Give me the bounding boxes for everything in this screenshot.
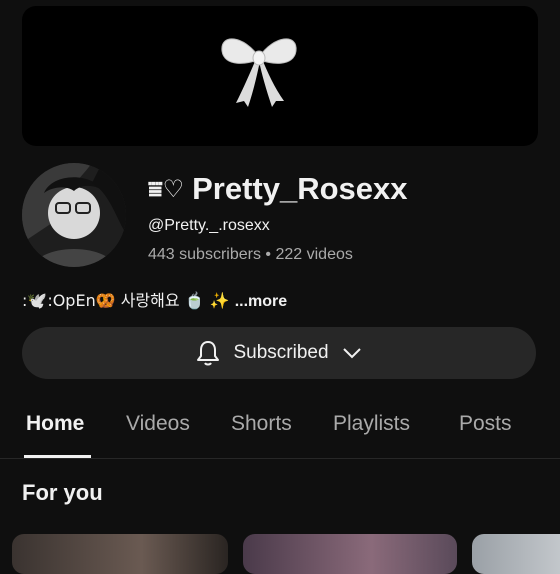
tab-videos[interactable]: Videos (126, 412, 190, 436)
title-decoration: ⩸♡ (148, 175, 185, 203)
channel-avatar[interactable] (22, 163, 126, 267)
tab-home[interactable]: Home (26, 412, 84, 436)
bell-icon (197, 341, 220, 366)
subscriber-count: 443 subscribers (148, 246, 261, 263)
chevron-down-icon (342, 348, 361, 359)
stats-separator: • (265, 246, 272, 263)
tab-playlists[interactable]: Playlists (333, 412, 410, 436)
video-count: 222 videos (275, 246, 353, 263)
avatar-image (22, 163, 126, 267)
video-thumbnail[interactable] (12, 534, 228, 574)
tab-posts[interactable]: Posts (459, 412, 512, 436)
bow-icon (221, 38, 297, 107)
channel-stats: 443 subscribers • 222 videos (148, 246, 353, 264)
channel-description[interactable]: :🕊️:OpEn🥨 사랑해요 🍵 ✨ ...more (22, 287, 287, 311)
subscribed-label: Subscribed (233, 342, 329, 363)
section-title: For you (22, 480, 103, 505)
channel-tabs: Home Videos Shorts Playlists Posts (0, 404, 560, 459)
active-tab-indicator (24, 455, 91, 458)
more-link[interactable]: ...more (235, 293, 287, 310)
subscribed-button[interactable]: Subscribed (22, 327, 536, 379)
channel-title: ⩸♡ Pretty_Rosexx (148, 168, 408, 210)
channel-banner (22, 6, 538, 146)
channel-handle: @Pretty._.rosexx (148, 217, 270, 234)
tab-shorts[interactable]: Shorts (231, 412, 292, 436)
video-thumbnail[interactable] (472, 534, 560, 574)
channel-name: Pretty_Rosexx (192, 171, 408, 206)
video-thumbnail[interactable] (243, 534, 457, 574)
description-text: :🕊️:OpEn🥨 사랑해요 🍵 ✨ (22, 291, 230, 310)
